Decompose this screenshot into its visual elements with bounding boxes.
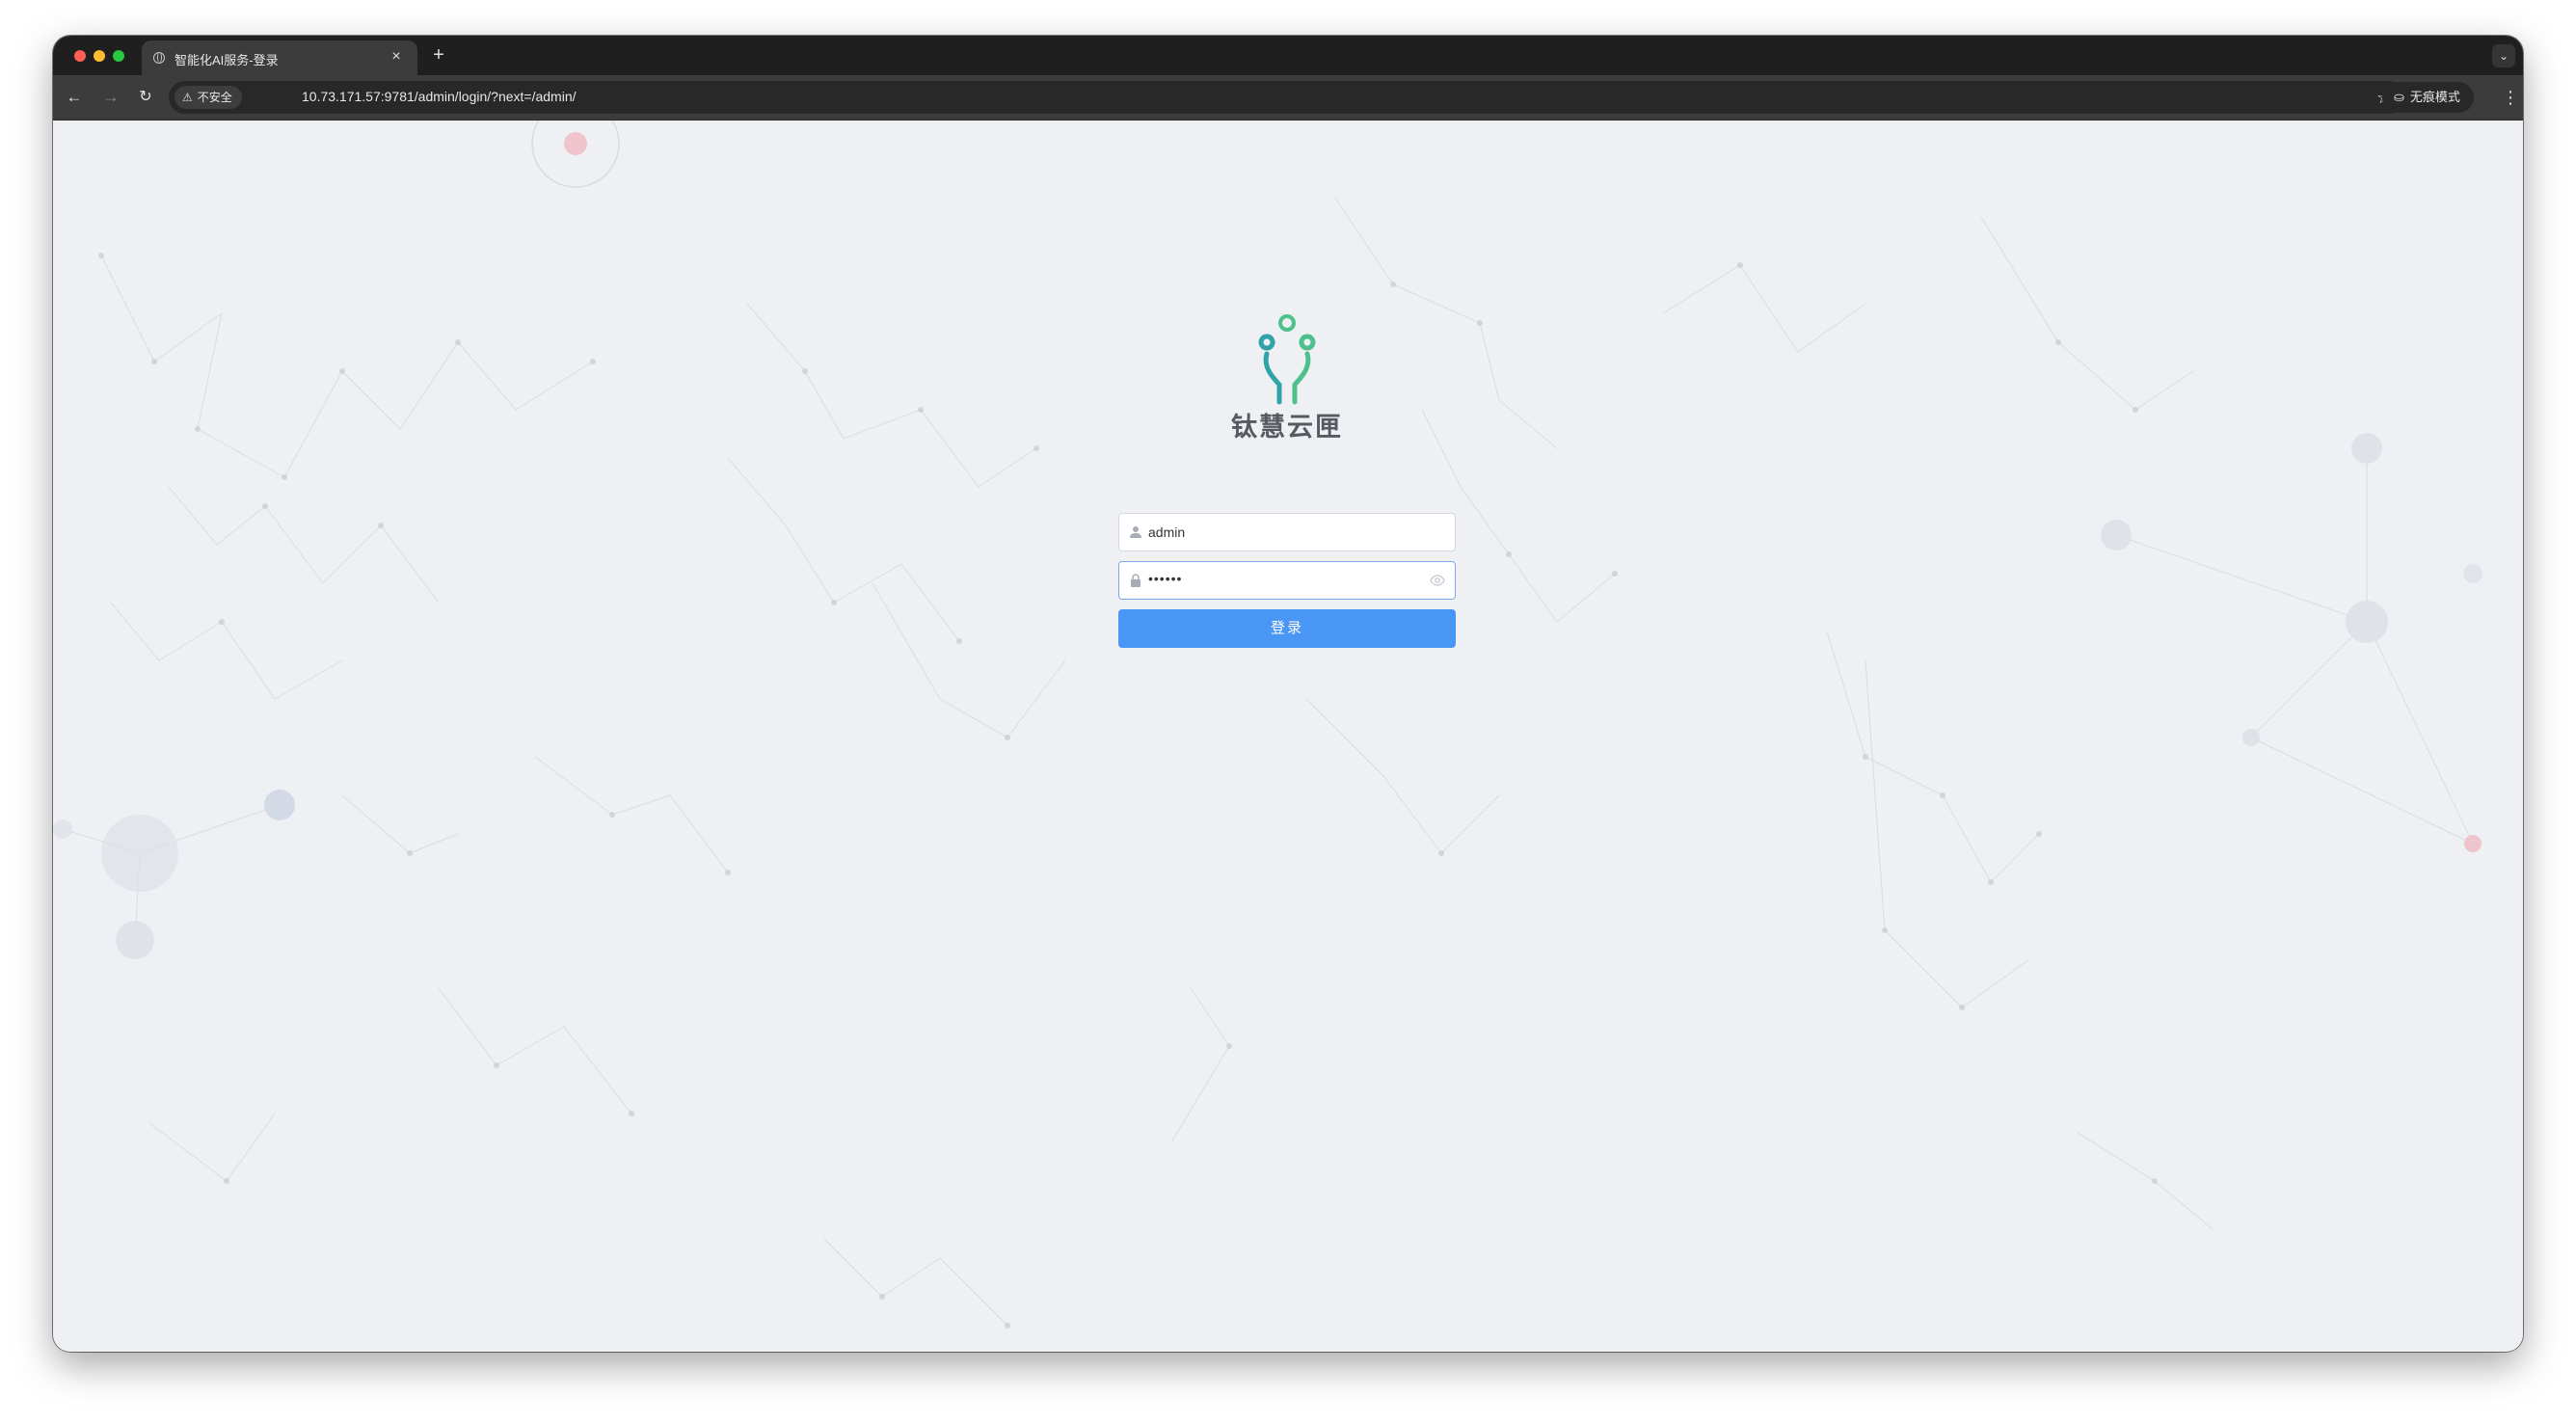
tab-close-icon[interactable]: ×	[387, 47, 406, 67]
new-tab-button[interactable]: +	[427, 43, 450, 67]
login-page: 钛慧云匣 admin •••••• 登录	[53, 121, 2523, 1352]
logo-icon	[1258, 314, 1316, 405]
incognito-indicator[interactable]: ⛀ 无痕模式	[2382, 82, 2474, 113]
incognito-icon: ⛀	[2394, 90, 2404, 104]
url-text[interactable]: 10.73.171.57:9781/admin/login/?next=/adm…	[302, 89, 577, 104]
brand-block: 钛慧云匣	[1224, 309, 1350, 443]
login-button[interactable]: 登录	[1118, 609, 1456, 648]
zoom-window-button[interactable]	[113, 50, 124, 62]
incognito-label: 无痕模式	[2409, 90, 2460, 104]
globe-icon	[153, 52, 165, 64]
tab-strip: 智能化AI服务-登录 × + ⌄	[53, 36, 2523, 75]
brand-title: 钛慧云匣	[1231, 413, 1343, 442]
user-icon	[1130, 526, 1141, 538]
password-value: ••••••	[1148, 571, 1183, 586]
forward-button[interactable]: →	[99, 86, 122, 109]
network-background	[53, 121, 2482, 1329]
tab-active[interactable]: 智能化AI服务-登录 ×	[142, 40, 417, 75]
browser-window: 智能化AI服务-登录 × + ⌄ ← → ↻ ⚠ 不安全 10.73.171.57…	[53, 36, 2523, 1352]
warning-icon: ⚠	[182, 91, 193, 104]
username-value: admin	[1148, 524, 1186, 540]
address-bar[interactable]: ⚠ 不安全 10.73.171.57:9781/admin/login/?next…	[169, 81, 2405, 114]
tab-title: 智能化AI服务-登录	[174, 53, 279, 67]
reload-button[interactable]: ↻	[134, 86, 157, 109]
close-window-button[interactable]	[74, 50, 86, 62]
back-button[interactable]: ←	[63, 86, 86, 109]
username-input[interactable]: admin	[1118, 513, 1456, 551]
browser-menu-icon[interactable]: ⋮	[2502, 86, 2519, 109]
tab-search-button[interactable]: ⌄	[2492, 44, 2515, 67]
security-label: 不安全	[197, 91, 232, 104]
lock-icon	[1131, 574, 1140, 587]
minimize-window-button[interactable]	[94, 50, 105, 62]
eye-icon[interactable]	[1430, 575, 1445, 586]
password-input[interactable]: ••••••	[1118, 561, 1456, 600]
security-indicator[interactable]: ⚠ 不安全	[174, 86, 242, 109]
browser-toolbar: ← → ↻ ⚠ 不安全 10.73.171.57:9781/admin/login…	[53, 75, 2523, 121]
